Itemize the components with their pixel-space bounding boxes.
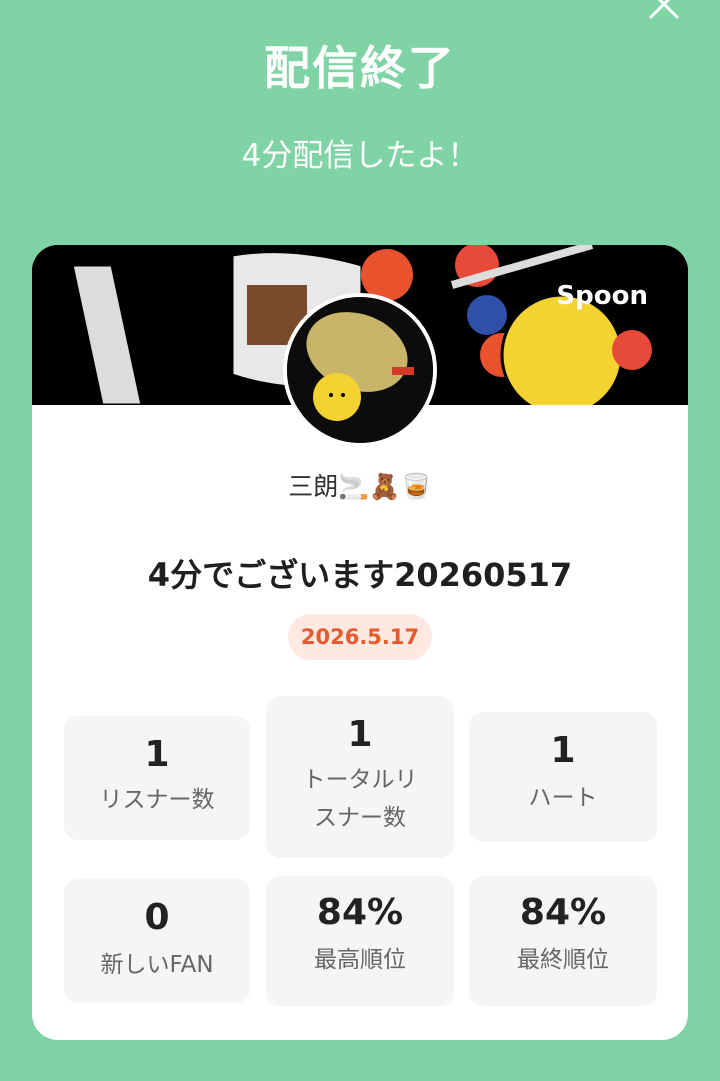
stat-hearts: 1 ハート	[469, 712, 657, 842]
stat-value: 84%	[519, 892, 607, 933]
stat-label-line1: トータルリ	[302, 767, 418, 793]
stat-listeners: 1 リスナー数	[64, 716, 250, 840]
date-badge: 2026.5.17	[288, 614, 432, 660]
spoon-logo: Spoon	[556, 281, 648, 311]
stat-highest-rank: 84% 最高順位	[266, 876, 454, 1006]
stat-label: ハート	[528, 785, 598, 811]
stat-label: 新しいFAN	[100, 952, 214, 978]
page-title: 配信終了	[264, 41, 456, 95]
summary-card: Spoon 三朗🚬🧸🥃 4分でございます20260517 2026.5.17 1…	[32, 245, 688, 1040]
close-icon	[648, 0, 680, 20]
stat-label: リスナー数	[99, 787, 215, 813]
stat-total-listeners: 1 トータルリ スナー数	[266, 696, 454, 858]
stat-value: 1	[144, 734, 170, 775]
avatar-image	[287, 297, 433, 443]
stat-final-rank: 84% 最終順位	[469, 876, 657, 1006]
page-subtitle: 4分配信したよ！	[241, 138, 479, 174]
close-button[interactable]	[646, 0, 682, 22]
stat-label-line2: スナー数	[314, 805, 406, 831]
stat-value: 1	[347, 714, 373, 755]
stat-label: 最高順位	[314, 947, 406, 973]
stat-value: 84%	[316, 892, 404, 933]
stat-new-fans: 0 新しいFAN	[64, 879, 250, 1003]
username: 三朗🚬🧸🥃	[288, 472, 432, 501]
stat-value: 1	[550, 730, 576, 771]
stat-value: 0	[144, 897, 170, 938]
stream-title: 4分でございます20260517	[147, 556, 573, 594]
stat-label: 最終順位	[517, 947, 609, 973]
avatar	[283, 293, 437, 447]
